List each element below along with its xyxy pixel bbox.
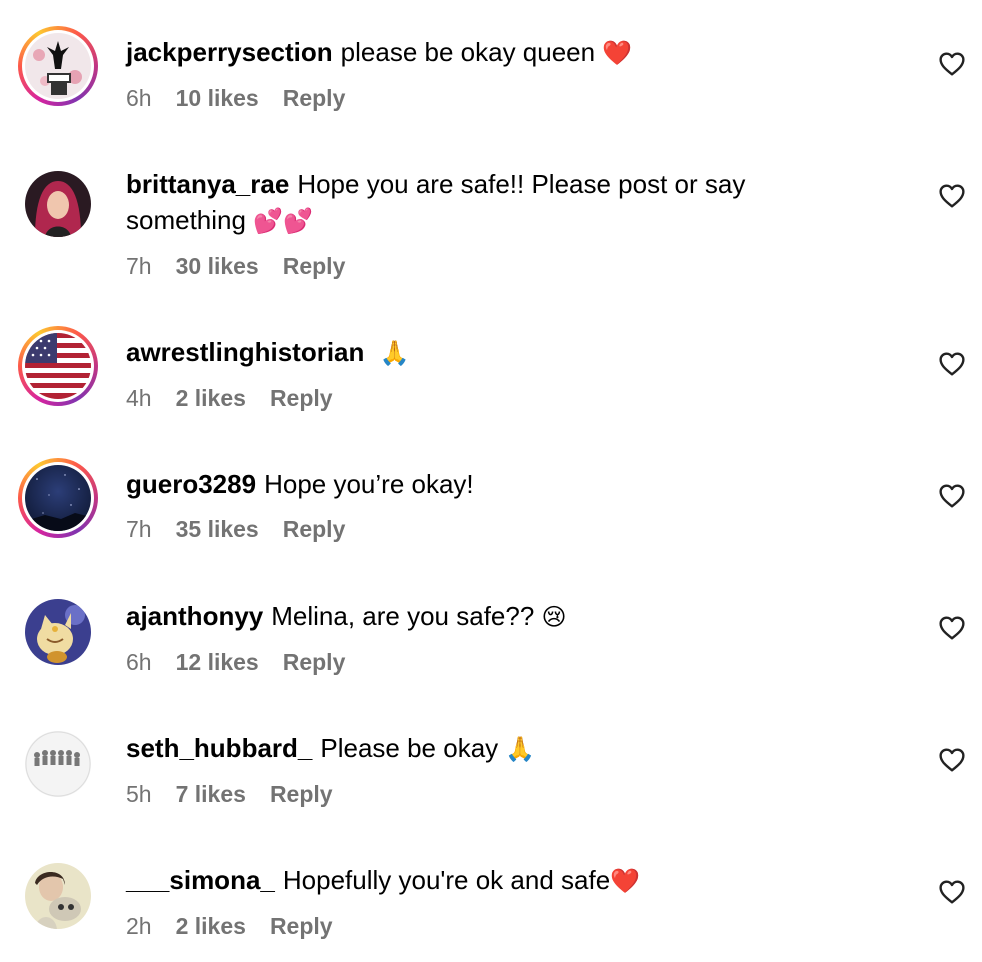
us-flag-avatar [25, 333, 91, 399]
like-heart-icon[interactable] [939, 52, 965, 76]
comment-text: Hope you are safe!! Please post or say [297, 169, 746, 199]
comment-text-line2: something [126, 205, 246, 235]
avatar[interactable] [18, 164, 98, 244]
like-heart-icon[interactable] [939, 880, 965, 904]
comment-time[interactable]: 6h [126, 647, 152, 677]
person-photo-avatar [25, 863, 91, 929]
comment-username[interactable]: ___simona_ [126, 865, 275, 895]
like-heart-icon[interactable] [939, 352, 965, 376]
comment-text: Please be okay [320, 733, 499, 763]
heart-emoji: ❤️ [602, 39, 633, 67]
like-heart-icon[interactable] [939, 616, 965, 640]
avatar[interactable] [18, 458, 98, 538]
wrestler-photo-avatar [25, 33, 91, 99]
reply-button[interactable]: Reply [270, 383, 333, 413]
praying-hands-emoji: 🙏 [379, 339, 410, 367]
comment-username[interactable]: brittanya_rae [126, 169, 289, 199]
comment-likes[interactable]: 12 likes [176, 647, 259, 677]
reply-button[interactable]: Reply [270, 911, 333, 941]
comment-username[interactable]: ajanthonyy [126, 601, 263, 631]
night-sky-avatar [25, 465, 91, 531]
comment-time[interactable]: 4h [126, 383, 152, 413]
comment-time[interactable]: 6h [126, 83, 152, 113]
comment-list: jackperrysection please be okay queen ❤️ … [0, 0, 982, 962]
comment-text: Hopefully you're ok and safe [282, 865, 611, 895]
comment-likes[interactable]: 7 likes [176, 779, 246, 809]
praying-hands-emoji: 🙏 [505, 735, 536, 763]
reply-button[interactable]: Reply [283, 83, 346, 113]
avatar[interactable] [18, 592, 98, 672]
heart-emoji: ❤️ [610, 867, 641, 895]
group-photo-avatar [25, 731, 91, 797]
person-photo-avatar [25, 171, 91, 237]
like-heart-icon[interactable] [939, 748, 965, 772]
reply-button[interactable]: Reply [270, 779, 333, 809]
comment-text: please be okay queen [340, 37, 596, 67]
comment-time[interactable]: 2h [126, 911, 152, 941]
comment-username[interactable]: awrestlinghistorian [126, 337, 364, 367]
comment-likes[interactable]: 10 likes [176, 83, 259, 113]
reply-button[interactable]: Reply [283, 251, 346, 281]
avatar[interactable] [18, 724, 98, 804]
comment-text: Hope you’re okay! [264, 469, 474, 499]
comment-username[interactable]: jackperrysection [126, 37, 333, 67]
comment-text: Melina, are you safe?? [271, 601, 535, 631]
comment-username[interactable]: guero3289 [126, 469, 256, 499]
crying-face-emoji: 😢 [541, 603, 567, 631]
reply-button[interactable]: Reply [283, 514, 346, 544]
reply-button[interactable]: Reply [283, 647, 346, 677]
comment-time[interactable]: 7h [126, 514, 152, 544]
comment-likes[interactable]: 35 likes [176, 514, 259, 544]
comment-likes[interactable]: 2 likes [176, 911, 246, 941]
avatar[interactable] [18, 856, 98, 936]
comment-likes[interactable]: 30 likes [176, 251, 259, 281]
comment-username[interactable]: seth_hubbard_ [126, 733, 312, 763]
avatar[interactable] [18, 26, 98, 106]
like-heart-icon[interactable] [939, 484, 965, 508]
avatar[interactable] [18, 326, 98, 406]
comment-time[interactable]: 7h [126, 251, 152, 281]
like-heart-icon[interactable] [939, 184, 965, 208]
comment-time[interactable]: 5h [126, 779, 152, 809]
comment-likes[interactable]: 2 likes [176, 383, 246, 413]
cartoon-cat-avatar [25, 599, 91, 665]
hearts-emoji: 💕💕 [253, 207, 313, 235]
